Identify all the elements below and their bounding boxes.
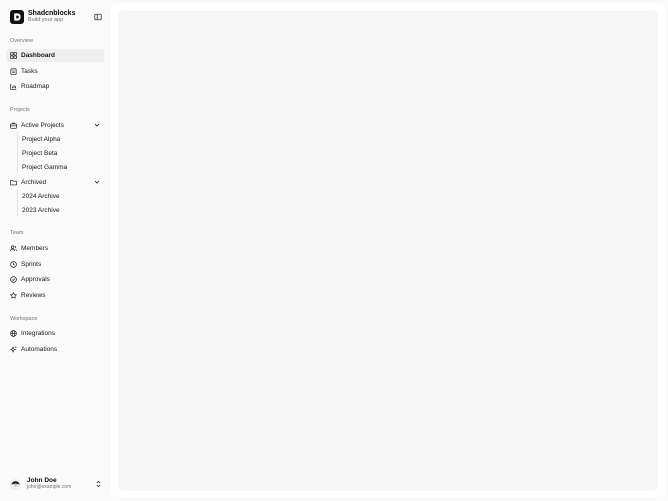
sub-item-2024-archive[interactable]: 2024 Archive: [18, 189, 104, 203]
section-label-projects: Projects: [10, 107, 30, 113]
users-icon: [10, 245, 17, 252]
section-label-workspace: Workspace: [10, 316, 38, 322]
sidebar-item-label: Dashboard: [21, 52, 55, 59]
sidebar-item-members[interactable]: Members: [6, 242, 104, 255]
sidebar-item-tasks[interactable]: Tasks: [6, 65, 104, 78]
sidebar-item-label: Tasks: [21, 68, 38, 75]
brand-name: Shadcnblocks: [28, 10, 76, 18]
panel-left-icon: [94, 13, 102, 21]
clock-icon: [10, 261, 17, 268]
avatar: [10, 478, 21, 490]
chevron-down-icon: [94, 123, 100, 127]
user-email: john@example.com: [27, 484, 72, 491]
sidebar-item-label: Integrations: [21, 330, 55, 337]
sub-item-project-gamma[interactable]: Project Gamma: [18, 160, 104, 174]
content-placeholder: [118, 11, 658, 491]
sidebar-item-reviews[interactable]: Reviews: [6, 289, 104, 302]
check-circle-icon: [10, 276, 17, 283]
sidebar-item-label: Reviews: [21, 292, 46, 299]
sidebar: Shadcnblocks Build your app Overview Das…: [0, 0, 111, 501]
chart-bar-icon: [10, 83, 17, 90]
sidebar-item-integrations[interactable]: Integrations: [6, 327, 104, 340]
section-label-team: Team: [10, 230, 24, 236]
active-projects-list: Project Alpha Project Beta Project Gamma: [17, 132, 104, 174]
chevrons-up-down-icon: [96, 480, 101, 488]
sub-item-2023-archive[interactable]: 2023 Archive: [18, 203, 104, 217]
archived-list: 2024 Archive 2023 Archive: [17, 189, 104, 217]
sparkles-icon: [10, 346, 17, 353]
main-panel: [111, 3, 665, 497]
section-label-overview: Overview: [10, 38, 33, 44]
sidebar-toggle-button[interactable]: [93, 12, 103, 22]
sub-item-project-beta[interactable]: Project Beta: [18, 146, 104, 160]
sidebar-item-dashboard[interactable]: Dashboard: [6, 49, 104, 62]
sidebar-item-label: Sprints: [21, 261, 42, 268]
star-icon: [10, 292, 17, 299]
brand[interactable]: Shadcnblocks Build your app: [10, 9, 75, 25]
briefcase-icon: [10, 122, 17, 129]
brand-tagline: Build your app: [28, 17, 64, 24]
sidebar-item-label: Approvals: [21, 276, 50, 283]
chevron-down-icon: [94, 180, 100, 184]
sub-item-project-alpha[interactable]: Project Alpha: [18, 132, 104, 146]
folder-icon: [10, 179, 17, 186]
sidebar-item-active-projects[interactable]: Active Projects: [6, 119, 104, 132]
brand-logo-icon: [10, 10, 24, 24]
sidebar-item-approvals[interactable]: Approvals: [6, 273, 104, 286]
sidebar-item-label: Archived: [21, 179, 47, 186]
sidebar-item-automations[interactable]: Automations: [6, 343, 104, 356]
globe-icon: [10, 330, 17, 337]
sidebar-item-label: Roadmap: [21, 83, 50, 90]
layout-grid-icon: [10, 52, 17, 59]
sidebar-item-label: Active Projects: [21, 122, 64, 129]
user-menu[interactable]: John Doe john@example.com: [10, 475, 104, 493]
sidebar-item-label: Members: [21, 245, 49, 252]
sidebar-item-label: Automations: [21, 346, 58, 353]
sidebar-item-sprints[interactable]: Sprints: [6, 258, 104, 271]
sidebar-item-roadmap[interactable]: Roadmap: [6, 80, 104, 93]
clipboard-list-icon: [10, 68, 17, 75]
sidebar-item-archived[interactable]: Archived: [6, 176, 104, 189]
